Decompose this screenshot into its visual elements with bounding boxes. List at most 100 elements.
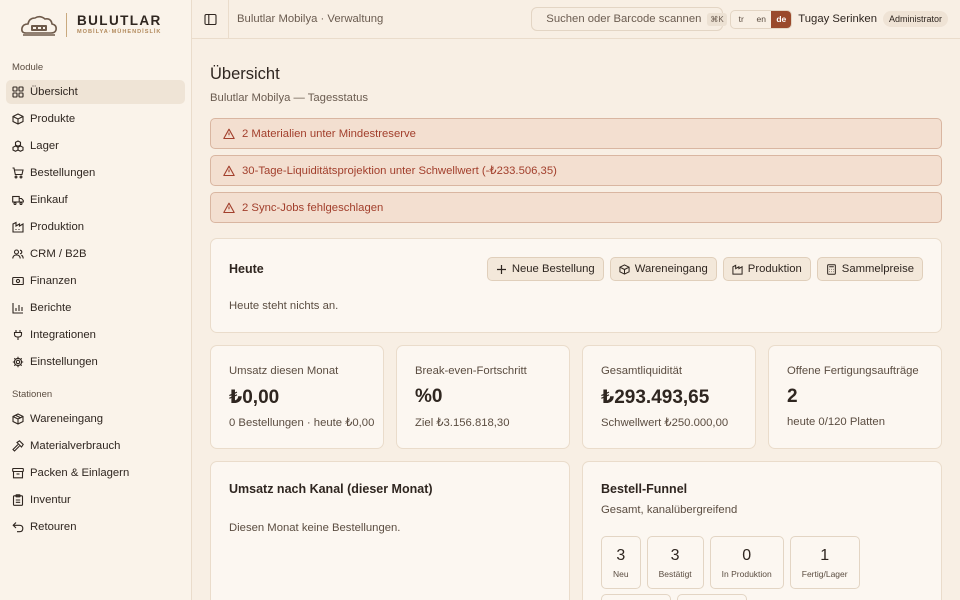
search-input[interactable]: Suchen oder Barcode scannen ⌘K bbox=[531, 7, 727, 31]
kpi-label: Break-even-Fortschritt bbox=[415, 365, 527, 377]
sidebar-item-returns[interactable]: Retouren bbox=[6, 515, 185, 539]
sidebar-item-material-consumption[interactable]: Materialverbrauch bbox=[6, 434, 185, 458]
today-empty-state: Heute steht nichts an. bbox=[229, 300, 339, 312]
sidebar-item-label: Finanzen bbox=[30, 275, 77, 287]
sidebar-item-label: Retouren bbox=[30, 521, 77, 533]
kpi-card-liquidity: Gesamtliquidität ₺293.493,65 Schwellwert… bbox=[582, 345, 756, 449]
search-shortcut: ⌘K bbox=[707, 12, 727, 26]
warning-icon bbox=[223, 165, 235, 176]
sidebar-item-pack-store[interactable]: Packen & Einlagern bbox=[6, 461, 185, 485]
package-icon bbox=[12, 413, 24, 425]
kpi-label: Offene Fertigungsaufträge bbox=[787, 365, 919, 377]
order-funnel-card: Bestell-Funnel Gesamt, kanalübergreifend… bbox=[582, 461, 942, 600]
kpi-sub: Ziel ₺3.156.818,30 bbox=[415, 417, 510, 429]
sidebar-item-purchasing[interactable]: Einkauf bbox=[6, 188, 185, 212]
sidebar-toggle-button[interactable] bbox=[192, 0, 229, 39]
main-content: Übersicht Bulutlar Mobilya — Tagesstatus… bbox=[210, 39, 942, 600]
alert-liquidity[interactable]: 30-Tage-Liquiditätsprojektion unter Schw… bbox=[210, 155, 942, 186]
channel-revenue-card: Umsatz nach Kanal (dieser Monat) Diesen … bbox=[210, 461, 570, 600]
role-badge: Administrator bbox=[882, 11, 948, 27]
plus-icon bbox=[496, 264, 506, 274]
sidebar-item-reports[interactable]: Berichte bbox=[6, 296, 185, 320]
sidebar-item-finance[interactable]: Finanzen bbox=[6, 269, 185, 293]
funnel-stage-in-production[interactable]: 0 In Produktion bbox=[709, 536, 784, 589]
stage-label: Fertig/Lager bbox=[801, 568, 848, 579]
sidebar-item-label: Lager bbox=[30, 140, 59, 152]
new-order-label: Neue Bestellung bbox=[511, 263, 595, 275]
production-button[interactable]: Produktion bbox=[722, 257, 811, 281]
sidebar-item-label: Produkte bbox=[30, 113, 76, 125]
kpi-sub: Schwellwert ₺250.000,00 bbox=[601, 417, 729, 429]
kpi-value: ₺293.493,65 bbox=[601, 387, 710, 408]
cloud-logo-icon bbox=[21, 15, 57, 36]
funnel-stage-new[interactable]: 3 Neu bbox=[601, 536, 641, 589]
sidebar-item-orders[interactable]: Bestellungen bbox=[6, 161, 185, 185]
sidebar-item-overview[interactable]: Übersicht bbox=[6, 80, 185, 104]
stage-label: In Produktion bbox=[721, 568, 772, 579]
sidebar-item-stock[interactable]: Lager bbox=[6, 134, 185, 158]
modules-nav: Übersicht Produkte Lager Bestellungen Ei… bbox=[0, 80, 191, 374]
stage-label: Bestätigt bbox=[658, 568, 692, 579]
sidebar-item-inventory[interactable]: Inventur bbox=[6, 488, 185, 512]
funnel-stage-finished[interactable]: 1 Fertig/Lager bbox=[789, 536, 860, 589]
order-funnel-title: Bestell-Funnel bbox=[601, 482, 688, 496]
sidebar-item-products[interactable]: Produkte bbox=[6, 107, 185, 131]
dashboard-icon bbox=[12, 86, 24, 98]
boxes-icon bbox=[12, 140, 24, 152]
funnel-stage-confirmed[interactable]: 3 Bestätigt bbox=[646, 536, 704, 589]
language-option-en[interactable]: en bbox=[751, 11, 771, 28]
alert-material-reserve[interactable]: 2 Materialien unter Mindestreserve bbox=[210, 118, 942, 149]
sidebar-item-production[interactable]: Produktion bbox=[6, 215, 185, 239]
sidebar-item-label: CRM / B2B bbox=[30, 248, 87, 260]
language-option-de[interactable]: de bbox=[771, 10, 792, 28]
warning-icon bbox=[223, 202, 235, 213]
language-option-tr[interactable]: tr bbox=[731, 11, 751, 28]
sidebar-item-label: Wareneingang bbox=[30, 413, 104, 425]
sidebar-item-label: Einkauf bbox=[30, 194, 68, 206]
sidebar-item-goods-receipt[interactable]: Wareneingang bbox=[6, 407, 185, 431]
user-name[interactable]: Tugay Serinken bbox=[798, 13, 877, 25]
kpi-card-revenue: Umsatz diesen Monat ₺0,00 0 Bestellungen… bbox=[210, 345, 384, 449]
sidebar: BULUTLAR MOBİLYA·MÜHENDİSLİK Module Über… bbox=[0, 0, 192, 600]
sidebar-item-label: Übersicht bbox=[30, 86, 78, 98]
sidebar-item-label: Integrationen bbox=[30, 329, 96, 341]
stage-label: Neu bbox=[613, 568, 629, 579]
sidebar-item-label: Packen & Einlagern bbox=[30, 467, 130, 479]
hammer-icon bbox=[12, 440, 24, 452]
alert-text: 30-Tage-Liquiditätsprojektion unter Schw… bbox=[242, 165, 557, 177]
sidebar-item-crm[interactable]: CRM / B2B bbox=[6, 242, 185, 266]
language-switcher: tr en de bbox=[730, 9, 793, 29]
archive-icon bbox=[12, 467, 24, 479]
channel-revenue-empty-state: Diesen Monat keine Bestellungen. bbox=[229, 522, 401, 534]
kpi-sub: heute 0/120 Platten bbox=[787, 416, 885, 428]
package-icon bbox=[619, 263, 630, 275]
box-icon bbox=[12, 113, 24, 125]
gear-icon bbox=[12, 356, 24, 368]
goods-receipt-button[interactable]: Wareneingang bbox=[609, 257, 717, 281]
quick-actions: Neue Bestellung Wareneingang Produktion … bbox=[486, 257, 923, 281]
channel-revenue-title: Umsatz nach Kanal (dieser Monat) bbox=[229, 482, 433, 496]
alert-text: 2 Materialien unter Mindestreserve bbox=[242, 127, 416, 140]
funnel-stages: 3 Neu 3 Bestätigt 0 In Produktion 1 Fert… bbox=[601, 536, 860, 589]
brand-logo[interactable]: BULUTLAR MOBİLYA·MÜHENDİSLİK bbox=[0, 0, 191, 50]
new-order-button[interactable]: Neue Bestellung bbox=[486, 257, 604, 281]
sidebar-item-label: Produktion bbox=[30, 221, 85, 233]
calculator-icon bbox=[826, 263, 836, 275]
sidebar-item-integrations[interactable]: Integrationen bbox=[6, 323, 185, 347]
kpi-card-open-orders: Offene Fertigungsaufträge 2 heute 0/120 … bbox=[768, 345, 942, 449]
alert-sync-jobs[interactable]: 2 Sync-Jobs fehlgeschlagen bbox=[210, 192, 942, 223]
sidebar-item-settings[interactable]: Einstellungen bbox=[6, 350, 185, 374]
breadcrumb: Bulutlar Mobilya · Verwaltung bbox=[237, 13, 384, 25]
funnel-stages-overflow bbox=[601, 594, 747, 600]
funnel-stage-partial[interactable] bbox=[601, 594, 671, 600]
alert-list: 2 Materialien unter Mindestreserve 30-Ta… bbox=[210, 118, 942, 223]
page-title: Übersicht bbox=[210, 65, 280, 83]
kpi-value: ₺0,00 bbox=[229, 387, 280, 408]
today-card: Heute Neue Bestellung Wareneingang Produ… bbox=[210, 238, 942, 333]
funnel-stage-partial[interactable] bbox=[677, 594, 747, 600]
kpi-sub: 0 Bestellungen · heute ₺0,00 bbox=[229, 417, 375, 429]
sidebar-item-label: Bestellungen bbox=[30, 167, 96, 179]
goods-receipt-label: Wareneingang bbox=[634, 263, 708, 275]
bulk-pricing-button[interactable]: Sammelpreise bbox=[816, 257, 923, 281]
stage-count: 1 bbox=[820, 546, 830, 564]
